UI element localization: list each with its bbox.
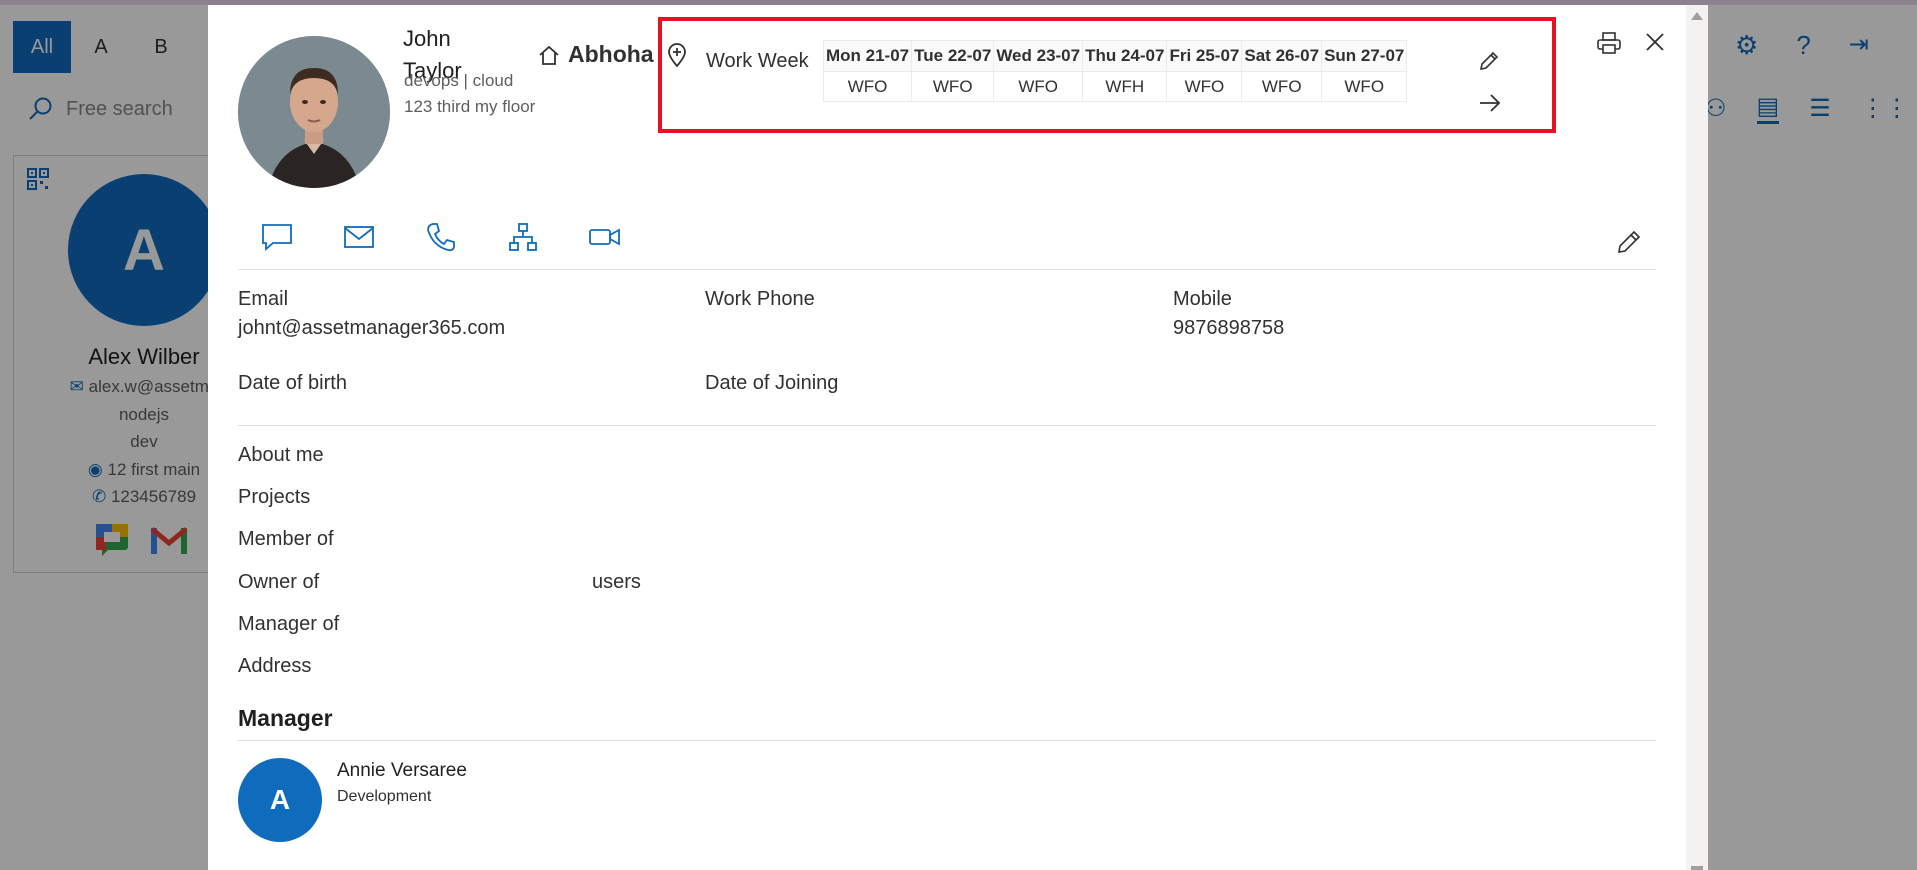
- manager-name[interactable]: Annie Versaree: [337, 760, 467, 782]
- edit-work-week-icon[interactable]: [1478, 50, 1500, 72]
- scrollbar[interactable]: [1686, 5, 1708, 870]
- about-me-label: About me: [238, 444, 324, 466]
- owner-of-label: Owner of: [238, 571, 320, 593]
- chat-button[interactable]: [260, 220, 294, 254]
- address-label: Address: [238, 655, 312, 677]
- chat-icon: [262, 224, 292, 251]
- work-week-day: Fri 25-07: [1166, 40, 1243, 72]
- email-label: Email: [238, 288, 289, 310]
- email-button[interactable]: [342, 220, 376, 254]
- home-location: Abhoha: [538, 41, 654, 68]
- member-of-label: Member of: [238, 528, 334, 550]
- work-week-days-row: Mon 21-07 Tue 22-07 Wed 23-07 Thu 24-07 …: [822, 40, 1408, 72]
- manager-of-label: Manager of: [238, 613, 340, 635]
- mobile-label: Mobile: [1173, 288, 1232, 310]
- projects-label: Projects: [238, 486, 311, 508]
- work-week-day: Mon 21-07: [822, 40, 913, 72]
- edit-profile-icon[interactable]: [1616, 229, 1642, 255]
- next-week-arrow-icon[interactable]: [1478, 93, 1502, 113]
- close-icon[interactable]: [1643, 30, 1667, 54]
- call-button[interactable]: [424, 220, 458, 254]
- divider: [238, 269, 1656, 270]
- work-week-status: WFO: [911, 71, 995, 102]
- manager-department: Development: [337, 788, 432, 805]
- dob-label: Date of birth: [238, 372, 347, 394]
- work-week-status: WFO: [822, 71, 913, 102]
- work-week-status: WFO: [993, 71, 1084, 102]
- work-phone-label: Work Phone: [705, 288, 815, 310]
- profile-address: 123 third my floor: [404, 97, 536, 116]
- doj-label: Date of Joining: [705, 372, 839, 394]
- profile-dialog: John Taylor devops | cloud 123 third my …: [208, 5, 1708, 870]
- work-week-label: Work Week: [706, 50, 809, 72]
- contact-actions: [260, 220, 622, 254]
- work-week-day: Wed 23-07: [993, 40, 1084, 72]
- profile-photo: [238, 36, 390, 188]
- work-week-status: WFO: [1166, 71, 1243, 102]
- video-call-button[interactable]: [588, 220, 622, 254]
- home-location-text: Abhoha: [568, 41, 654, 67]
- mobile-value[interactable]: 9876898758: [1173, 317, 1284, 340]
- work-week-day: Tue 22-07: [911, 40, 995, 72]
- work-week-day: Sun 27-07: [1321, 40, 1408, 72]
- work-week-day: Sat 26-07: [1241, 40, 1323, 72]
- org-chart-button[interactable]: [506, 220, 540, 254]
- phone-icon: [427, 223, 455, 252]
- work-week-status: WFO: [1241, 71, 1323, 102]
- video-icon: [589, 228, 620, 246]
- manager-section-title: Manager: [238, 705, 333, 731]
- profile-tags: devops | cloud: [404, 71, 514, 90]
- email-value[interactable]: johnt@assetmanager365.com: [238, 317, 505, 340]
- home-icon: [539, 45, 559, 65]
- owner-of-value[interactable]: users: [592, 571, 641, 594]
- profile-photo-image: [238, 36, 390, 188]
- scroll-up-arrow-icon[interactable]: [1691, 12, 1703, 20]
- work-week-status: WFO: [1321, 71, 1408, 102]
- work-week-status: WFH: [1082, 71, 1168, 102]
- manager-avatar[interactable]: A: [238, 758, 322, 842]
- work-week-status-row: WFO WFO WFO WFH WFO WFO WFO: [822, 71, 1408, 102]
- org-chart-icon: [509, 223, 537, 251]
- divider: [238, 740, 1656, 741]
- work-week-day: Thu 24-07: [1082, 40, 1168, 72]
- scroll-down-arrow-icon[interactable]: [1691, 866, 1703, 870]
- work-week-table: Mon 21-07 Tue 22-07 Wed 23-07 Thu 24-07 …: [822, 40, 1408, 102]
- mail-icon: [344, 226, 374, 248]
- divider: [238, 425, 1656, 426]
- print-icon[interactable]: [1596, 31, 1622, 55]
